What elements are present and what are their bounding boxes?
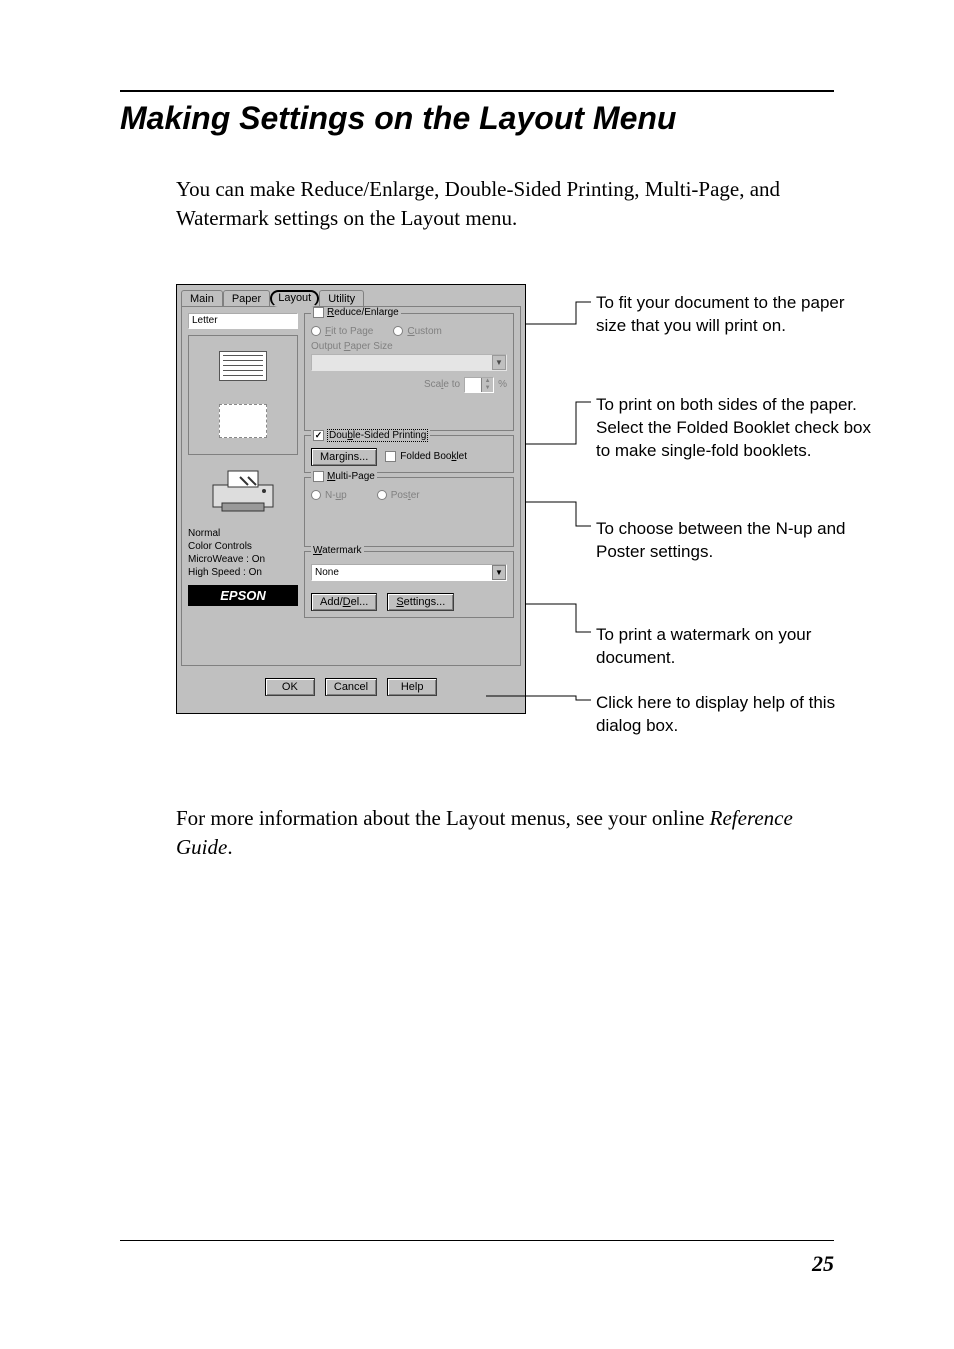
poster-label: Poster	[391, 490, 420, 501]
status-summary: Normal Color Controls MicroWeave : On Hi…	[188, 527, 298, 579]
chevron-down-icon: ▼	[492, 355, 506, 370]
tab-main[interactable]: Main	[181, 290, 223, 307]
page-number: 25	[812, 1251, 834, 1276]
paper-size-display: Letter	[188, 313, 298, 329]
status-color: Color Controls	[188, 540, 298, 553]
scale-to-label: Scale to	[424, 379, 460, 390]
callout-multi-page: To choose between the N-up and Poster se…	[596, 518, 876, 564]
output-paper-size-select[interactable]: ▼	[311, 354, 507, 371]
fit-to-page-label: Fit to Page	[325, 326, 373, 337]
page-heading: Making Settings on the Layout Menu	[120, 100, 834, 137]
double-sided-label: Double-Sided Printing	[327, 429, 428, 442]
page-outline-icon	[219, 404, 267, 438]
watermark-select[interactable]: None ▼	[311, 564, 507, 581]
group-double-sided: Double-Sided Printing Margins... Folded …	[304, 435, 514, 473]
nup-label: N-up	[325, 490, 347, 501]
tab-layout[interactable]: Layout	[270, 290, 319, 307]
preview-area	[188, 335, 298, 455]
folded-booklet-label: Folded Booklet	[400, 451, 467, 462]
margins-button[interactable]: Margins...	[311, 448, 377, 466]
output-paper-size-label: Output Paper Size	[311, 341, 507, 352]
group-reduce-enlarge: Reduce/Enlarge Fit to Page Custom	[304, 313, 514, 431]
chevron-down-icon: ▼	[492, 565, 506, 580]
tab-paper[interactable]: Paper	[223, 290, 270, 307]
status-quality: Normal	[188, 527, 298, 540]
watermark-label: Watermark	[313, 545, 362, 556]
help-button[interactable]: Help	[387, 678, 437, 696]
group-watermark: Watermark None ▼ Add/Del... Settings...	[304, 551, 514, 618]
epson-logo: EPSON	[188, 585, 298, 606]
multi-page-label: Multi-Page	[327, 471, 375, 482]
multi-page-checkbox[interactable]	[313, 471, 324, 482]
ok-button[interactable]: OK	[265, 678, 315, 696]
status-microweave: MicroWeave : On	[188, 553, 298, 566]
figure-layout-dialog: Main Paper Layout Utility Letter	[176, 284, 896, 744]
custom-label: Custom	[407, 326, 441, 337]
callout-watermark: To print a watermark on your document.	[596, 624, 876, 670]
custom-radio[interactable]	[393, 326, 403, 336]
fit-to-page-radio[interactable]	[311, 326, 321, 336]
folded-booklet-checkbox[interactable]	[385, 451, 396, 462]
watermark-value: None	[315, 567, 339, 578]
callout-double-sided: To print on both sides of the paper. Sel…	[596, 394, 876, 463]
scale-spinner[interactable]: ▲▼	[464, 377, 494, 393]
group-multi-page: Multi-Page N-up Poster	[304, 477, 514, 547]
outro-paragraph: For more information about the Layout me…	[176, 804, 834, 863]
scale-unit: %	[498, 379, 507, 390]
nup-radio[interactable]	[311, 490, 321, 500]
cancel-button[interactable]: Cancel	[325, 678, 377, 696]
printer-icon	[188, 455, 298, 525]
poster-radio[interactable]	[377, 490, 387, 500]
intro-paragraph: You can make Reduce/Enlarge, Double-Side…	[176, 175, 834, 234]
page-preview-icon	[219, 351, 267, 381]
watermark-settings-button[interactable]: Settings...	[387, 593, 454, 611]
reduce-enlarge-checkbox[interactable]	[313, 307, 324, 318]
callout-fit-document: To fit your document to the paper size t…	[596, 292, 876, 338]
tab-strip: Main Paper Layout Utility	[177, 285, 525, 306]
double-sided-checkbox[interactable]	[313, 430, 324, 441]
status-highspeed: High Speed : On	[188, 566, 298, 579]
page-footer: 25	[120, 1240, 834, 1277]
reduce-enlarge-label: Reduce/Enlarge	[327, 307, 399, 318]
layout-dialog: Main Paper Layout Utility Letter	[176, 284, 526, 714]
callout-help: Click here to display help of this dialo…	[596, 692, 876, 738]
add-del-button[interactable]: Add/Del...	[311, 593, 377, 611]
tab-utility[interactable]: Utility	[319, 290, 364, 307]
